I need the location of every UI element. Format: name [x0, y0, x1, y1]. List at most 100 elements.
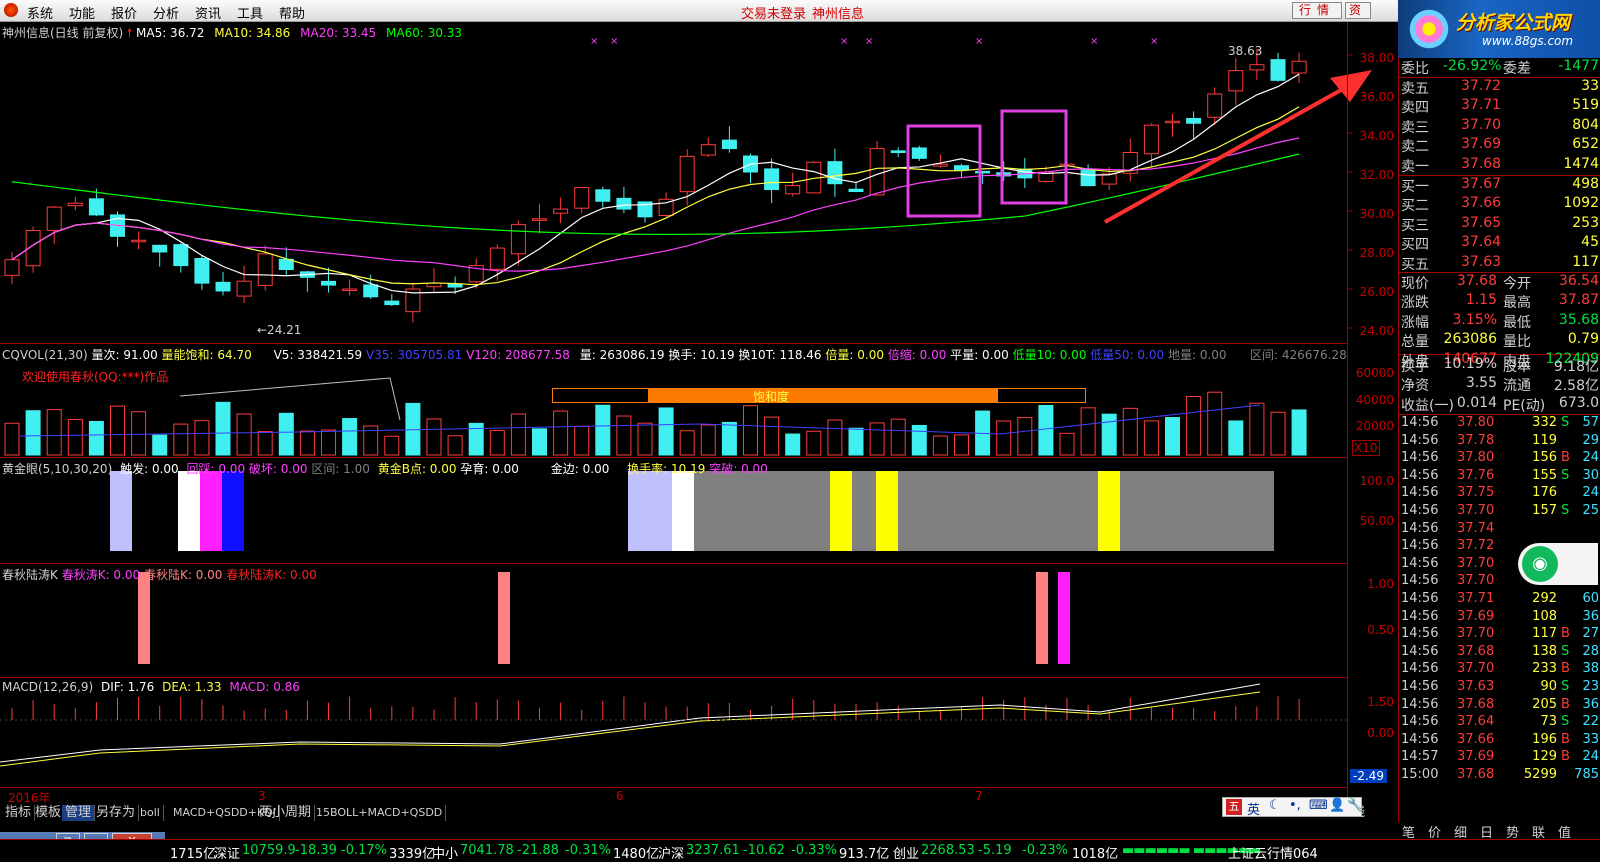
macd-dif: DIF: 1.76	[100, 680, 155, 694]
status-gem-pct: -0.23%	[1022, 843, 1068, 858]
brand-banner: 分析家公式网 www.88gs.com	[1398, 0, 1600, 58]
tab-manage[interactable]: 管理	[62, 805, 96, 821]
volume-bar	[1249, 402, 1265, 456]
quote-panel: 委比 -26.92% 委差 -1477 卖五 37.72 33 卖四 37.71 519 卖…	[1398, 58, 1600, 848]
status-bar: 1715亿 深证 10759.9 -18.39 -0.17% 3339亿 中小 …	[0, 839, 1600, 862]
candle-body	[257, 253, 273, 286]
menu-quote[interactable]: 报价	[111, 3, 137, 22]
ime-punct-icon[interactable]: •,	[1289, 798, 1301, 813]
macd-last: -2.49	[1350, 769, 1388, 783]
gold-bar	[200, 471, 222, 551]
spring-a: 春秋涛K: 0.00	[61, 568, 141, 582]
volume-bar	[595, 404, 611, 456]
tick-price: 37.70	[1457, 503, 1495, 518]
ask-volume: 519	[1572, 97, 1599, 114]
tick-count: 24	[1582, 450, 1599, 466]
quote-button[interactable]: 行情	[1292, 2, 1342, 19]
candle-body	[700, 144, 716, 156]
bid-price: 37.63	[1461, 253, 1502, 270]
ime-toolbar[interactable]: 五 英 ☾ •, ⌨ 👤 🔧	[1222, 797, 1363, 818]
tick-row: 14:57 37.69 129 B 24	[1399, 749, 1600, 767]
volume-bar	[1059, 432, 1075, 456]
menu-system[interactable]: 系统	[27, 3, 53, 22]
menu-function[interactable]: 功能	[69, 3, 95, 22]
wc-label: 委差	[1503, 61, 1531, 77]
spring-bar	[1036, 572, 1048, 664]
spring-bar	[498, 572, 510, 664]
volume-bar	[25, 410, 41, 456]
macd-ytick: 0.00	[1367, 726, 1394, 740]
candle-body	[890, 150, 906, 153]
ask-label: 卖四	[1401, 100, 1429, 117]
volume-bar	[447, 435, 463, 456]
ime-keyboard-icon[interactable]: ⌨	[1309, 798, 1328, 813]
tab-save-as[interactable]: 另存为	[93, 805, 140, 821]
app-icon[interactable]	[4, 3, 18, 17]
status-hs-amt: 913.7亿	[839, 847, 890, 862]
ime-logo-icon[interactable]: 五	[1226, 799, 1242, 815]
wifi-icon[interactable]: ◉	[1522, 546, 1558, 582]
vol-ytick: 20000	[1355, 419, 1394, 433]
stat-value: 3.15%	[1452, 311, 1497, 328]
ime-lang[interactable]: 英	[1247, 799, 1260, 818]
tick-count: 60	[1582, 591, 1599, 606]
trade-button[interactable]: 资	[1345, 2, 1371, 19]
candle-body	[215, 281, 231, 292]
tick-price: 37.63	[1457, 679, 1495, 694]
menu-help[interactable]: 帮助	[279, 3, 305, 22]
tick-side: B	[1561, 731, 1570, 747]
tab-15boll[interactable]: 15BOLL+MACD+QSDD	[313, 805, 447, 821]
volume-bar	[1270, 411, 1286, 456]
status-sz-amt: 3339亿	[389, 847, 436, 862]
volume-bar	[46, 409, 62, 456]
volume-bar	[890, 418, 906, 456]
status-server[interactable]: 上证云行情064	[1228, 843, 1318, 862]
signal-marker: ×	[610, 36, 618, 47]
tick-row: 14:56 37.70 117 B 27	[1399, 626, 1600, 644]
tab-boll[interactable]: boll	[137, 805, 164, 821]
tab-two-periods[interactable]: 两小周期	[256, 805, 316, 821]
tab-indicator[interactable]: 指标	[2, 805, 36, 821]
candle-body	[384, 300, 400, 306]
tick-side: S	[1561, 679, 1570, 694]
menu-analysis[interactable]: 分析	[153, 3, 179, 22]
volume-bar	[1165, 417, 1180, 456]
vol-v4: V35: 305705.81	[366, 348, 463, 362]
volume-bar	[679, 430, 695, 456]
candle-body	[1207, 93, 1223, 118]
tick-price: 37.69	[1457, 608, 1495, 624]
tick-side: B	[1561, 450, 1570, 466]
candle-body	[1080, 168, 1096, 187]
stat-value: 673.0	[1558, 394, 1599, 411]
volume-bar	[131, 411, 147, 456]
ime-user-icon[interactable]: 👤	[1329, 798, 1345, 813]
tick-row: 14:56 37.78 119 29	[1399, 433, 1600, 451]
main-ytick: 30.00	[1359, 207, 1394, 221]
status-sme-label: 中小	[432, 847, 459, 862]
volume-bar	[1122, 407, 1138, 456]
network-widget[interactable]: ◉	[1518, 543, 1598, 585]
vol-v3: V5: 338421.59	[273, 348, 363, 362]
tick-count: 22	[1582, 714, 1599, 730]
menu-tools[interactable]: 工具	[237, 3, 263, 22]
tick-time: 14:56	[1401, 679, 1439, 694]
login-status[interactable]: 交易未登录	[741, 3, 806, 22]
candle-body	[954, 165, 969, 171]
menu-news[interactable]: 资讯	[195, 3, 221, 22]
tick-count: 24	[1582, 485, 1599, 501]
tick-count: 36	[1582, 608, 1599, 624]
ime-moon-icon[interactable]: ☾	[1269, 798, 1281, 813]
gold-c: 破坏: 0.00	[248, 462, 308, 476]
tick-volume: 332	[1532, 415, 1557, 430]
stat-row: 涨跌 1.15 最高 37.87	[1399, 292, 1600, 311]
ime-tool-icon[interactable]: 🔧	[1347, 798, 1363, 813]
volume-bar	[299, 430, 315, 456]
main-ytick: 36.00	[1359, 90, 1394, 104]
tab-template[interactable]: 模板	[32, 805, 66, 821]
panel-divider	[0, 343, 1347, 344]
panel-divider	[0, 457, 1347, 458]
candle-body	[616, 197, 632, 210]
tick-side: S	[1561, 503, 1570, 518]
dif-line	[0, 683, 1261, 763]
stat-label: 股本	[1503, 359, 1531, 375]
